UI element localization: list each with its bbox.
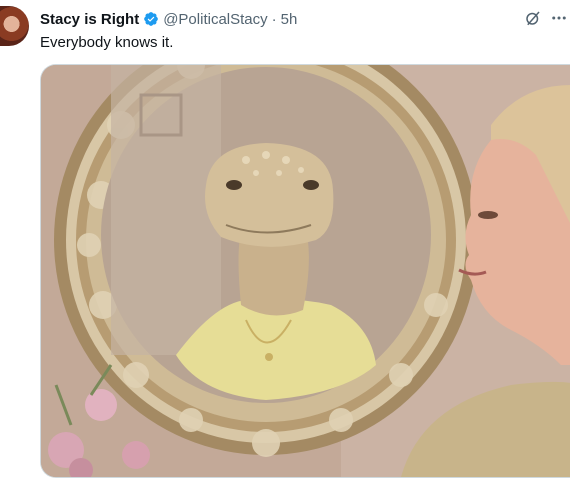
author-avatar[interactable]	[0, 6, 29, 46]
tweet-header: Stacy is Right @PoliticalStacy · 5h	[40, 8, 570, 30]
tweet-timestamp[interactable]: 5h	[281, 11, 298, 28]
grok-slash-icon[interactable]	[523, 8, 543, 28]
tweet-text: Everybody knows it.	[40, 34, 174, 51]
verified-badge-icon[interactable]	[143, 11, 159, 27]
separator-dot: ·	[271, 10, 277, 28]
author-handle[interactable]: @PoliticalStacy	[163, 11, 267, 28]
tweet-media-image[interactable]	[40, 64, 570, 478]
author-name[interactable]: Stacy is Right	[40, 11, 139, 28]
more-horizontal-icon[interactable]	[549, 8, 569, 28]
